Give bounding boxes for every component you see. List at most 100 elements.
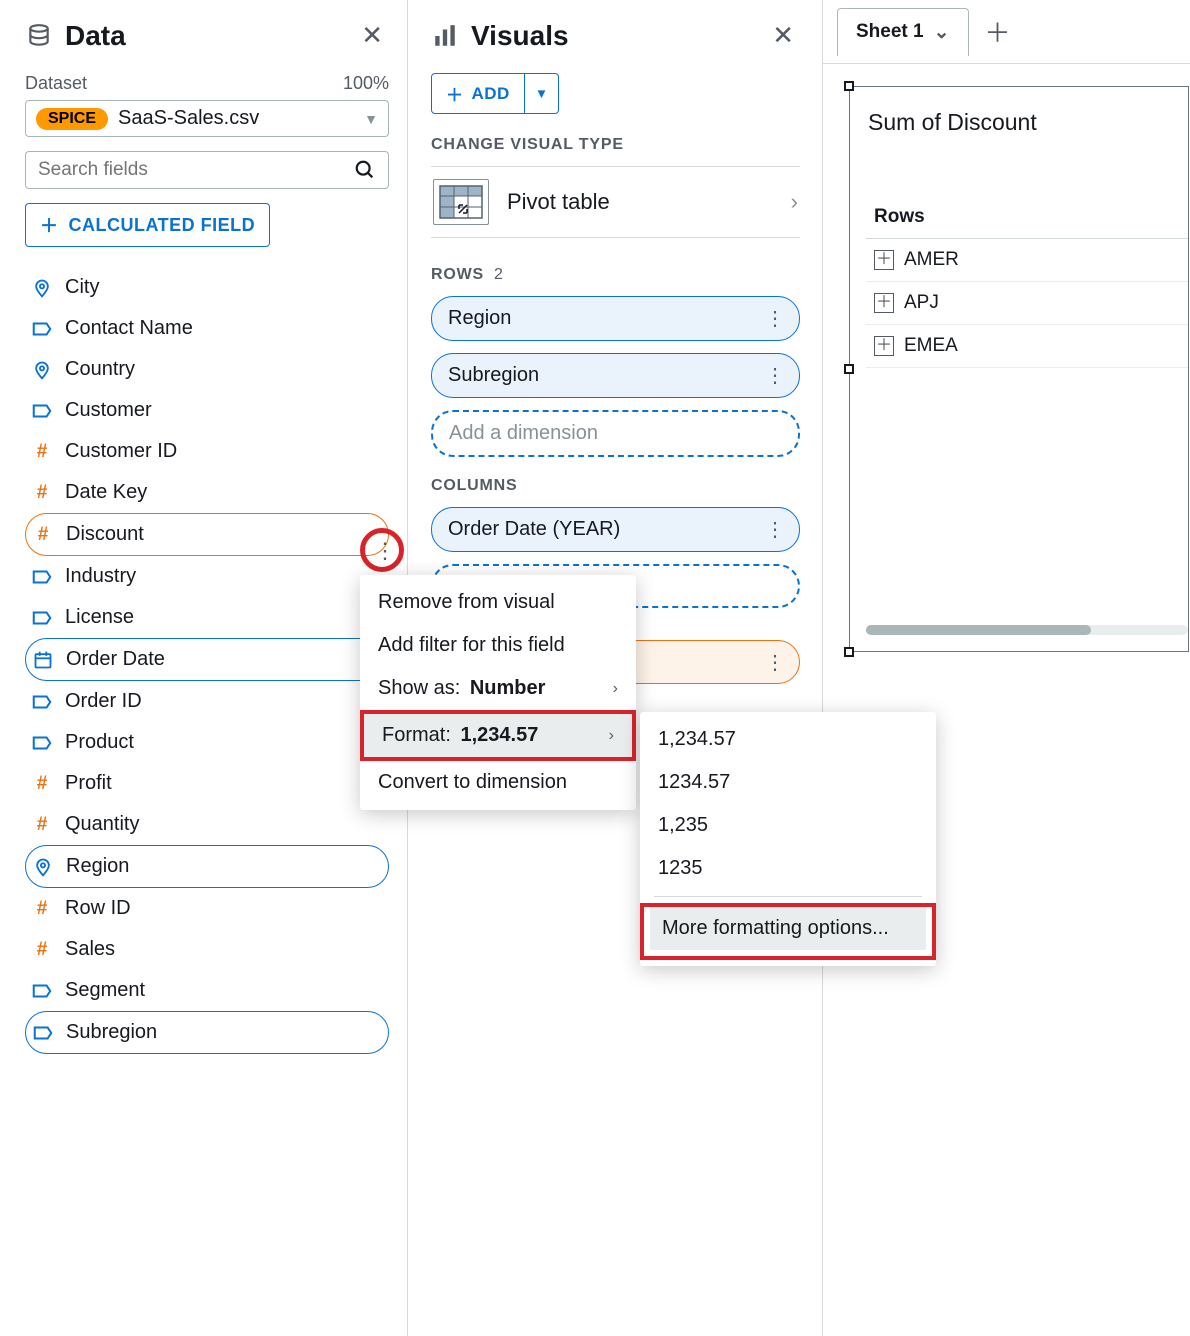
field-type-icon: # bbox=[31, 773, 53, 795]
calc-btn-label: CALCULATED FIELD bbox=[69, 215, 256, 236]
field-item[interactable]: Region bbox=[25, 845, 389, 888]
visual-title: Sum of Discount bbox=[850, 87, 1188, 146]
menu-label: Add filter for this field bbox=[378, 634, 565, 657]
more-icon[interactable]: ⋮ bbox=[765, 306, 785, 331]
format-option[interactable]: 1234.57 bbox=[640, 761, 936, 804]
menu-remove-from-visual[interactable]: Remove from visual bbox=[360, 581, 636, 624]
format-option[interactable]: 1,235 bbox=[640, 804, 936, 847]
field-type-icon: # bbox=[31, 814, 53, 836]
search-fields[interactable] bbox=[25, 151, 389, 189]
format-submenu: 1,234.57 1234.57 1,235 1235 More formatt… bbox=[640, 712, 936, 966]
field-item[interactable]: #Customer ID bbox=[25, 431, 389, 472]
dataset-name: SaaS-Sales.csv bbox=[118, 107, 354, 130]
menu-label: Convert to dimension bbox=[378, 771, 567, 794]
field-item[interactable]: Industry bbox=[25, 556, 389, 597]
row-pill-subregion[interactable]: Subregion ⋮ bbox=[431, 353, 800, 398]
menu-prefix: Show as: bbox=[378, 677, 460, 699]
horizontal-scrollbar[interactable] bbox=[866, 625, 1188, 635]
field-type-icon bbox=[31, 732, 53, 754]
dataset-percent: 100% bbox=[343, 73, 389, 94]
row-placeholder[interactable]: Add a dimension bbox=[431, 410, 800, 457]
field-item[interactable]: Order Date bbox=[25, 638, 389, 681]
field-name: Region bbox=[66, 855, 129, 878]
resize-handle[interactable] bbox=[844, 81, 854, 91]
add-visual-button[interactable]: ＋ ADD bbox=[431, 73, 525, 114]
chevron-right-icon: › bbox=[791, 189, 798, 215]
add-sheet-button[interactable]: ＋ bbox=[973, 13, 1023, 50]
field-name: Quantity bbox=[65, 813, 139, 836]
format-option[interactable]: 1,234.57 bbox=[640, 718, 936, 761]
field-item[interactable]: Subregion bbox=[25, 1011, 389, 1054]
field-item[interactable]: #Row ID bbox=[25, 888, 389, 929]
field-type-icon bbox=[32, 649, 54, 671]
menu-label: Format: 1,234.57 bbox=[382, 724, 538, 747]
field-item[interactable]: Customer bbox=[25, 390, 389, 431]
field-type-icon bbox=[31, 318, 53, 340]
dataset-select[interactable]: SPICE SaaS-Sales.csv ▼ bbox=[25, 100, 389, 137]
close-icon[interactable]: ✕ bbox=[355, 18, 389, 53]
menu-add-filter[interactable]: Add filter for this field bbox=[360, 624, 636, 667]
field-context-menu: Remove from visual Add filter for this f… bbox=[360, 575, 636, 810]
field-item[interactable]: License bbox=[25, 597, 389, 638]
menu-label: Remove from visual bbox=[378, 591, 555, 614]
add-visual-label: ADD bbox=[472, 84, 510, 104]
pivot-rows: ＋AMER＋APJ＋EMEA bbox=[866, 238, 1188, 368]
field-item[interactable]: #Date Key bbox=[25, 472, 389, 513]
field-type-icon bbox=[31, 607, 53, 629]
menu-prefix: Format: bbox=[382, 724, 451, 746]
field-name: Customer bbox=[65, 399, 152, 422]
field-name: Order Date bbox=[66, 648, 165, 671]
data-panel-title: Data bbox=[65, 20, 343, 52]
annotation-box: More formatting options... bbox=[640, 903, 936, 960]
field-name: Row ID bbox=[65, 897, 131, 920]
field-item[interactable]: #Sales bbox=[25, 929, 389, 970]
search-input[interactable] bbox=[38, 159, 354, 181]
row-pill-region[interactable]: Region ⋮ bbox=[431, 296, 800, 341]
field-item[interactable]: Product bbox=[25, 722, 389, 763]
pivot-row[interactable]: ＋APJ bbox=[866, 282, 1188, 325]
chevron-down-icon[interactable]: ⌄ bbox=[934, 21, 950, 44]
field-name: License bbox=[65, 606, 134, 629]
more-icon[interactable]: ⋮ bbox=[765, 650, 785, 675]
menu-show-as[interactable]: Show as: Number › bbox=[360, 667, 636, 710]
field-type-icon bbox=[32, 856, 54, 878]
field-type-icon bbox=[32, 1022, 54, 1044]
add-visual-dropdown[interactable]: ▼ bbox=[525, 73, 559, 114]
field-item[interactable]: #Profit bbox=[25, 763, 389, 804]
visual-type-selector[interactable]: Pivot table › bbox=[431, 166, 800, 238]
field-item[interactable]: #Discount bbox=[25, 513, 389, 556]
menu-convert-to-dimension[interactable]: Convert to dimension bbox=[360, 761, 636, 804]
expand-icon[interactable]: ＋ bbox=[874, 336, 894, 356]
close-icon[interactable]: ✕ bbox=[766, 18, 800, 53]
menu-value: 1,234.57 bbox=[460, 724, 538, 746]
field-item[interactable]: Order ID bbox=[25, 681, 389, 722]
resize-handle[interactable] bbox=[844, 364, 854, 374]
more-formatting-options[interactable]: More formatting options... bbox=[650, 907, 926, 950]
field-name: Order ID bbox=[65, 690, 142, 713]
format-option[interactable]: 1235 bbox=[640, 847, 936, 890]
field-type-icon bbox=[31, 277, 53, 299]
field-item[interactable]: Country bbox=[25, 349, 389, 390]
caret-down-icon: ▼ bbox=[535, 86, 548, 101]
visual-frame[interactable]: Sum of Discount Rows ＋AMER＋APJ＋EMEA bbox=[849, 86, 1189, 652]
sheet-tab[interactable]: Sheet 1 ⌄ bbox=[837, 8, 969, 56]
field-name: Subregion bbox=[66, 1021, 157, 1044]
row-label: EMEA bbox=[904, 335, 958, 357]
column-pill-orderdate[interactable]: Order Date (YEAR) ⋮ bbox=[431, 507, 800, 552]
menu-format[interactable]: Format: 1,234.57 › bbox=[360, 710, 636, 761]
pivot-row[interactable]: ＋ EMEA bbox=[866, 325, 1188, 368]
field-type-icon bbox=[31, 566, 53, 588]
field-name: Product bbox=[65, 731, 134, 754]
more-icon[interactable]: ⋮ bbox=[765, 363, 785, 388]
field-more-icon[interactable]: ⋮ bbox=[374, 538, 396, 564]
calculated-field-button[interactable]: ＋ CALCULATED FIELD bbox=[25, 203, 270, 247]
field-item[interactable]: Contact Name bbox=[25, 308, 389, 349]
more-icon[interactable]: ⋮ bbox=[765, 517, 785, 542]
expand-icon[interactable]: ＋ bbox=[874, 250, 894, 270]
pivot-row[interactable]: ＋AMER bbox=[866, 239, 1188, 282]
expand-icon[interactable]: ＋ bbox=[874, 293, 894, 313]
field-item[interactable]: # Quantity bbox=[25, 804, 389, 845]
field-item[interactable]: Segment bbox=[25, 970, 389, 1011]
resize-handle[interactable] bbox=[844, 647, 854, 657]
field-item[interactable]: City bbox=[25, 267, 389, 308]
